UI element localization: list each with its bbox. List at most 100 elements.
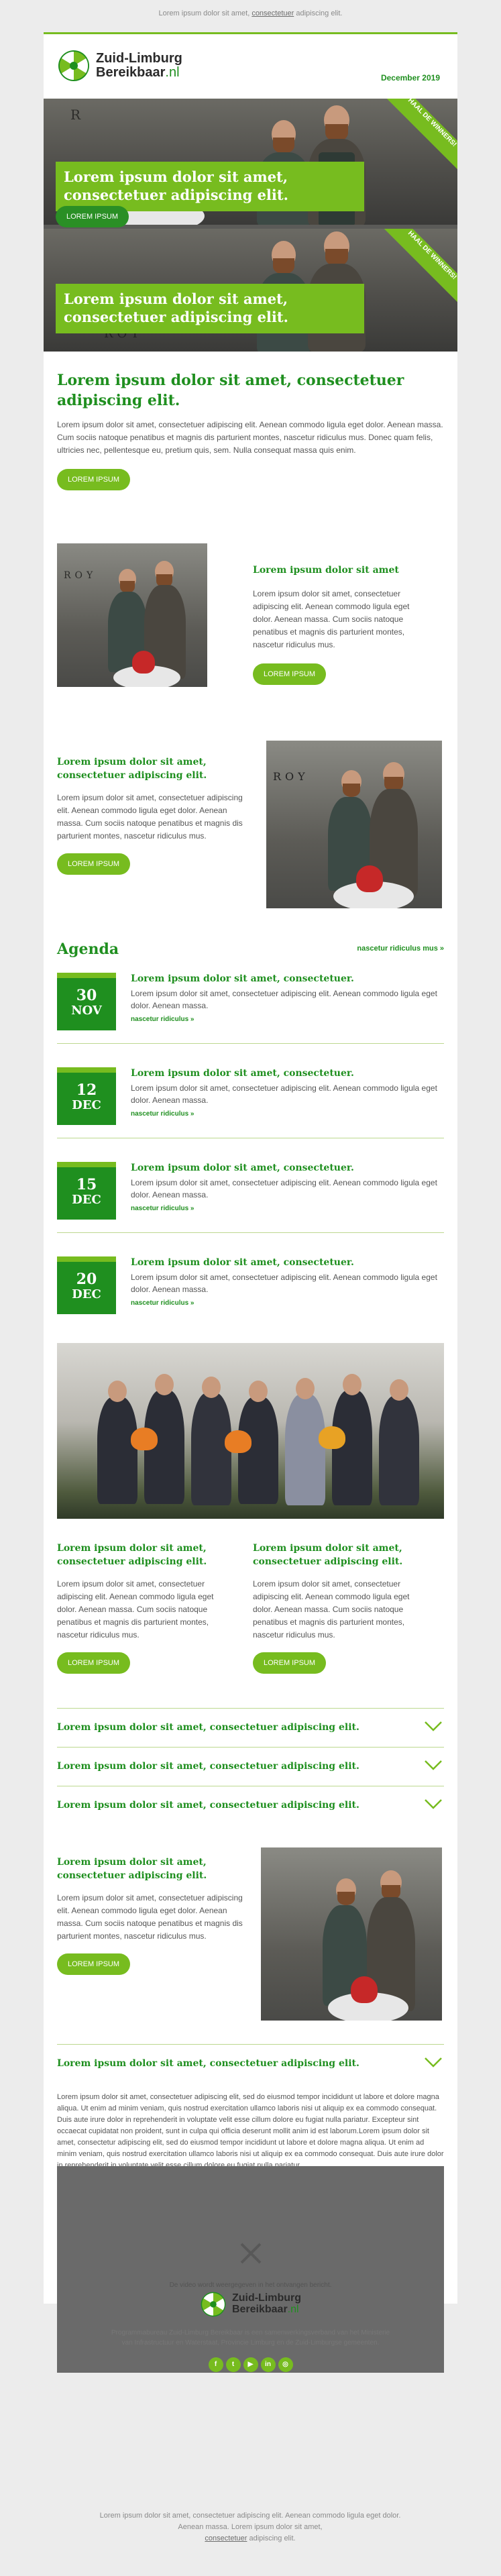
agenda-item-link[interactable]: nascetur ridiculus » (131, 1110, 194, 1118)
calendar-date-icon: 30 NOV (57, 973, 116, 1030)
twocol-left-title: Lorem ipsum dolor sit amet, consectetuer… (57, 1543, 207, 1567)
accordion-title: Lorem ipsum dolor sit amet, consectetuer… (57, 1722, 359, 1733)
accordion-item-open[interactable]: Lorem ipsum dolor sit amet, consectetuer… (57, 2044, 444, 2083)
feature3-photo (261, 1847, 442, 2021)
twocol-right-button[interactable]: LOREM IPSUM (253, 1652, 327, 1674)
hero-title-2: Lorem ipsum dolor sit amet, consectetuer… (56, 284, 364, 333)
accordion-item[interactable]: Lorem ipsum dolor sit amet, consectetuer… (57, 1747, 444, 1786)
bottom-note: Lorem ipsum dolor sit amet, consectetuer… (96, 2510, 404, 2544)
preheader-text: Lorem ipsum dolor sit amet, (158, 9, 252, 17)
video-caption: De video wordt weergegeven in het ontvan… (169, 2282, 332, 2289)
twocol-right-body: Lorem ipsum dolor sit amet, consectetuer… (253, 1579, 410, 1640)
feature2-photo: ROY (266, 741, 442, 908)
preheader-text-after: adipiscing elit. (294, 9, 343, 17)
facebook-icon[interactable]: f (208, 2357, 223, 2372)
logo-leaf-icon (201, 2292, 226, 2317)
intro-title: Lorem ipsum dolor sit amet, consectetuer… (57, 372, 404, 409)
footer-logo-line1: Zuid-Limburg (231, 2292, 302, 2304)
linkedin-icon[interactable]: in (260, 2357, 276, 2372)
feature2-title: Lorem ipsum dolor sit amet, consectetuer… (57, 757, 207, 781)
twocol-left-button[interactable]: LOREM IPSUM (57, 1652, 131, 1674)
agenda-header: Agenda nascetur ridiculus mus » (57, 939, 444, 959)
hero: R HAAL DE WINNERS! Lorem ipsum dolor sit… (44, 99, 457, 352)
close-icon (240, 2243, 261, 2264)
feature3-body: Lorem ipsum dolor sit amet, consectetuer… (57, 1893, 243, 1941)
agenda-item: 30 NOV Lorem ipsum dolor sit amet, consec… (57, 965, 444, 1044)
preheader-link[interactable]: consectetuer (252, 9, 294, 17)
bottom-text: Lorem ipsum dolor sit amet, consectetuer… (99, 2512, 401, 2531)
hero-button[interactable]: LOREM IPSUM (56, 206, 129, 227)
feature1-title: Lorem ipsum dolor sit amet (253, 565, 399, 576)
agenda-item: 15 DEC Lorem ipsum dolor sit amet, consec… (57, 1154, 444, 1233)
footer-block: Zuid-Limburg Bereikbaar.nl Programmabure… (44, 2291, 457, 2372)
youtube-icon[interactable]: ▶ (243, 2357, 258, 2372)
calendar-date-icon: 15 DEC (57, 1162, 116, 1220)
intro-button[interactable]: LOREM IPSUM (57, 469, 131, 490)
agenda-item-body: Lorem ipsum dolor sit amet, consectetuer… (131, 1178, 437, 1199)
twocol-left: Lorem ipsum dolor sit amet, consectetuer… (57, 1542, 233, 1674)
accordion-title: Lorem ipsum dolor sit amet, consectetuer… (57, 2058, 359, 2069)
intro-body: Lorem ipsum dolor sit amet, consectetuer… (57, 420, 443, 455)
hero-title-1: Lorem ipsum dolor sit amet, consectetuer… (56, 162, 364, 211)
chevron-down-icon (425, 2057, 442, 2068)
feature1-button[interactable]: LOREM IPSUM (253, 663, 327, 685)
group-photo (57, 1343, 444, 1519)
agenda-item-title: Lorem ipsum dolor sit amet, consectetuer… (131, 1163, 354, 1173)
feature2-body: Lorem ipsum dolor sit amet, consectetuer… (57, 793, 243, 841)
logo-suffix: .nl (165, 65, 180, 80)
agenda-item: 20 DEC Lorem ipsum dolor sit amet, consec… (57, 1248, 444, 1328)
agenda-title: Agenda (57, 941, 119, 958)
agenda-item-title: Lorem ipsum dolor sit amet, consectetuer… (131, 973, 354, 984)
logo-line2: Bereikbaar (96, 65, 166, 80)
chevron-down-icon (425, 1760, 442, 1770)
agenda-item-body: Lorem ipsum dolor sit amet, consectetuer… (131, 1083, 437, 1105)
agenda-more-link[interactable]: nascetur ridiculus mus » (357, 945, 444, 953)
bottom-text-after: adipiscing elit. (247, 2534, 296, 2542)
logo-leaf-icon (57, 49, 91, 83)
feature2-button[interactable]: LOREM IPSUM (57, 853, 131, 875)
social-links: f t ▶ in ◎ (44, 2357, 457, 2372)
twocol-left-body: Lorem ipsum dolor sit amet, consectetuer… (57, 1579, 214, 1640)
agenda-item-body: Lorem ipsum dolor sit amet, consectetuer… (131, 1273, 437, 1294)
chevron-down-icon (425, 1799, 442, 1809)
feature3-button[interactable]: LOREM IPSUM (57, 1953, 131, 1975)
accordion-item[interactable]: Lorem ipsum dolor sit amet, consectetuer… (57, 1708, 444, 1747)
logo[interactable]: Zuid-Limburg Bereikbaar.nl (57, 49, 182, 83)
bottom-link[interactable]: consectetuer (205, 2534, 247, 2542)
agenda-item: 12 DEC Lorem ipsum dolor sit amet, consec… (57, 1059, 444, 1138)
agenda-item-title: Lorem ipsum dolor sit amet, consectetuer… (131, 1068, 354, 1079)
feature2-text: Lorem ipsum dolor sit amet, consectetuer… (57, 755, 245, 875)
accordion-body: Lorem ipsum dolor sit amet, consectetuer… (57, 2093, 444, 2169)
footer-logo[interactable]: Zuid-Limburg Bereikbaar.nl (200, 2291, 301, 2318)
calendar-date-icon: 20 DEC (57, 1256, 116, 1314)
feature3-text: Lorem ipsum dolor sit amet, consectetuer… (57, 1856, 245, 1975)
footer-logo-suffix: .nl (287, 2304, 299, 2315)
header: Zuid-Limburg Bereikbaar.nl December 2019 (44, 34, 457, 99)
agenda-item-link[interactable]: nascetur ridiculus » (131, 1016, 194, 1023)
twocol-right-title: Lorem ipsum dolor sit amet, consectetuer… (253, 1543, 403, 1567)
feature1-body: Lorem ipsum dolor sit amet, consectetuer… (253, 589, 410, 649)
calendar-date-icon: 12 DEC (57, 1067, 116, 1125)
preheader: Lorem ipsum dolor sit amet, consectetuer… (0, 0, 501, 32)
issue-date: December 2019 (380, 73, 440, 83)
intro-section: Lorem ipsum dolor sit amet, consectetuer… (57, 370, 444, 490)
accordion-title: Lorem ipsum dolor sit amet, consectetuer… (57, 1800, 359, 1811)
chevron-down-icon (425, 1721, 442, 1731)
hero-button-wrap: LOREM IPSUM (56, 206, 129, 227)
agenda-item-link[interactable]: nascetur ridiculus » (131, 1299, 194, 1307)
footer-logo-line2: Bereikbaar (231, 2304, 288, 2315)
newsletter-body: Zuid-Limburg Bereikbaar.nl December 2019… (44, 32, 457, 2373)
agenda-item-title: Lorem ipsum dolor sit amet, consectetuer… (131, 1257, 354, 1268)
feature3-title: Lorem ipsum dolor sit amet, consectetuer… (57, 1857, 207, 1881)
feature1-text: Lorem ipsum dolor sit amet Lorem ipsum d… (253, 564, 427, 685)
agenda-item-body: Lorem ipsum dolor sit amet, consectetuer… (131, 989, 437, 1010)
twocol-right: Lorem ipsum dolor sit amet, consectetuer… (253, 1542, 429, 1674)
accordion-title: Lorem ipsum dolor sit amet, consectetuer… (57, 1761, 359, 1772)
agenda-item-link[interactable]: nascetur ridiculus » (131, 1205, 194, 1212)
feature1-photo: ROY (57, 543, 207, 687)
twitter-icon[interactable]: t (225, 2357, 241, 2372)
accordion-item[interactable]: Lorem ipsum dolor sit amet, consectetuer… (57, 1786, 444, 1825)
footer-text: Programmabureau Zuid-Limburg Bereikbaar … (111, 2329, 390, 2347)
logo-line1: Zuid-Limburg (96, 51, 182, 66)
instagram-icon[interactable]: ◎ (278, 2357, 293, 2372)
